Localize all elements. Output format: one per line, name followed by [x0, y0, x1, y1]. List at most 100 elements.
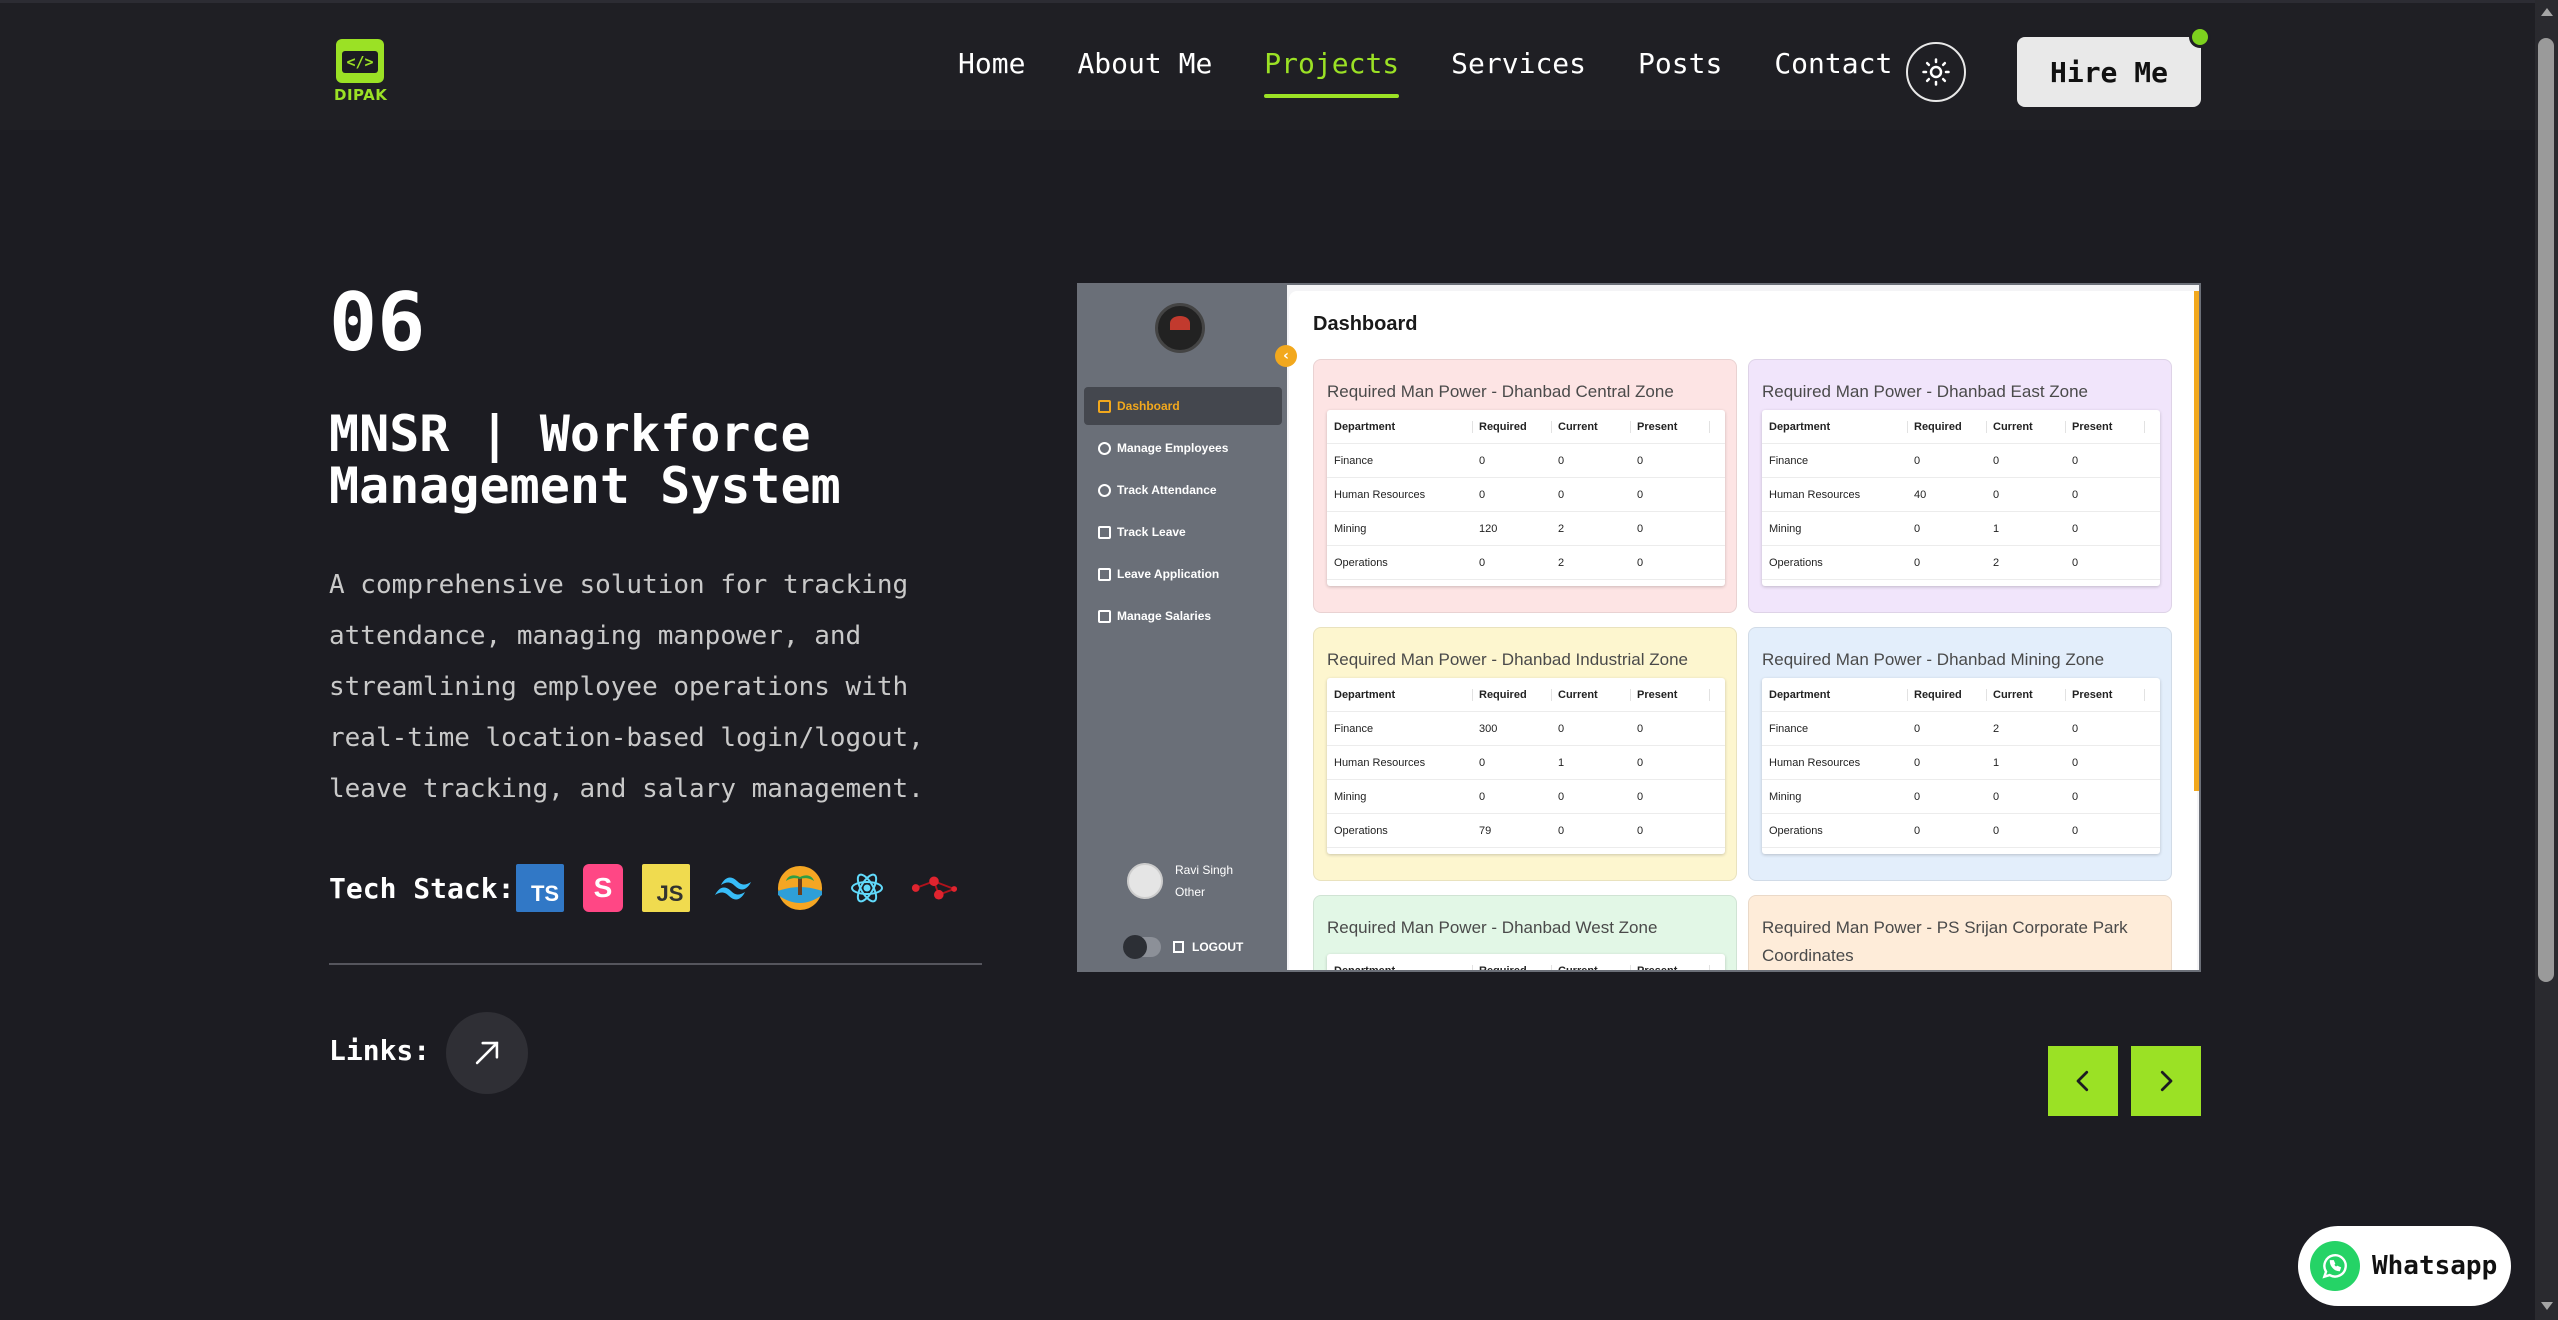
nav-about-me[interactable]: About Me [1077, 47, 1212, 98]
zone-card: Required Man Power - Dhanbad Mining Zone… [1748, 627, 2172, 881]
table-row: Human Resources 0 0 0 [1327, 478, 1725, 512]
links-label: Links: [329, 1034, 431, 1067]
main-nav: Home About Me Projects Services Posts Co… [958, 47, 1944, 98]
vite-icon[interactable] [776, 864, 824, 912]
table-header: Department Required Current Present [1327, 678, 1725, 712]
hire-me-button[interactable]: Hire Me [2017, 37, 2201, 107]
nav-posts[interactable]: Posts [1638, 47, 1722, 98]
preview-user-name: Ravi Singh [1175, 863, 1234, 877]
table-row: Mining 120 2 0 [1327, 512, 1725, 546]
zone-card: Required Man Power - Dhanbad Industrial … [1313, 627, 1737, 881]
zone-card: Required Man Power - PS Srijan Corporate… [1748, 895, 2172, 970]
react-icon[interactable] [843, 864, 891, 912]
tech-stack-label: Tech Stack: [329, 872, 515, 905]
site-logo[interactable]: </> DIPAK [334, 39, 388, 104]
section-divider [329, 963, 982, 965]
chevron-right-icon [2160, 1070, 2173, 1092]
table-header: Department Required Current Present [1762, 678, 2160, 712]
code-icon: </> [336, 39, 384, 83]
preview-user: Ravi Singh Other [1127, 859, 1233, 903]
preview-logo [1155, 303, 1205, 353]
status-dot [2189, 26, 2211, 48]
zone-card: Required Man Power - Dhanbad Central Zon… [1313, 359, 1737, 613]
site-header: </> DIPAK Home About Me Projects Service… [0, 0, 2535, 130]
next-project-button[interactable] [2131, 1046, 2201, 1116]
zone-title: Required Man Power - Dhanbad Industrial … [1327, 650, 1688, 669]
project-description: A comprehensive solution for tracking at… [329, 570, 924, 804]
typescript-icon[interactable]: TS [516, 864, 564, 912]
table-row: Human Resources 40 0 0 [1762, 478, 2160, 512]
javascript-icon[interactable]: JS [642, 864, 690, 912]
table-row: Operations 79 0 0 [1327, 814, 1725, 848]
nav-home[interactable]: Home [958, 47, 1025, 98]
preview-main: Dashboard Required Man Power - Dhanbad C… [1289, 291, 2197, 970]
brand-name: DIPAK [334, 86, 388, 104]
scroll-up-arrow-icon[interactable] [2541, 8, 2553, 16]
zone-card: Required Man Power - Dhanbad East Zone D… [1748, 359, 2172, 613]
scrollbar-thumb[interactable] [2538, 38, 2554, 982]
nav-projects[interactable]: Projects [1264, 47, 1399, 98]
arrow-up-right-icon [475, 1041, 499, 1065]
bank-icon [1098, 609, 1111, 623]
zone-title: Required Man Power - Dhanbad West Zone [1327, 918, 1658, 937]
tailwind-icon[interactable] [709, 864, 757, 912]
preview-logout-row: LOGOUT [1123, 935, 1244, 959]
preview-nav-track-leave: Track Leave [1084, 513, 1282, 551]
project-number: 06 [329, 276, 426, 369]
table-row: Mining 0 0 0 [1327, 780, 1725, 814]
whatsapp-icon [2310, 1241, 2360, 1291]
avatar [1127, 863, 1163, 899]
zone-table: Department Required Current Present Finance… [1762, 678, 2160, 854]
table-row: Finance 0 2 0 [1762, 712, 2160, 746]
zone-title: Required Man Power - Dhanbad Central Zon… [1327, 382, 1674, 401]
previous-project-button[interactable] [2048, 1046, 2118, 1116]
whatsapp-label: Whatsapp [2372, 1251, 2498, 1281]
preview-nav-track-attendance: Track Attendance [1084, 471, 1282, 509]
table-row: Mining 0 1 0 [1762, 512, 2160, 546]
document-icon [1098, 567, 1111, 581]
table-row: Human Resources 0 1 0 [1762, 746, 2160, 780]
project-link-button[interactable] [446, 1012, 528, 1094]
preview-user-role: Other [1175, 885, 1206, 899]
project-preview: Dashboard Manage Employees Track Attenda… [1077, 283, 2201, 972]
table-row: Operations 0 2 0 [1762, 546, 2160, 580]
nodes-icon[interactable] [910, 864, 958, 912]
zone-table: Department Required Current Present [1327, 954, 1725, 970]
preview-scrollbar [2194, 291, 2199, 791]
preview-title: Dashboard [1313, 313, 1418, 335]
preview-nav: Dashboard Manage Employees Track Attenda… [1084, 387, 1282, 639]
theme-toggle-button[interactable] [1906, 42, 1966, 102]
chevron-left-icon [2076, 1070, 2089, 1092]
table-row: Operations 0 0 0 [1762, 814, 2160, 848]
preview-nav-leave-application: Leave Application [1084, 555, 1282, 593]
zone-card: Required Man Power - Dhanbad West Zone D… [1313, 895, 1737, 970]
table-header: Department Required Current Present [1762, 410, 2160, 444]
table-header: Department Required Current Present [1327, 410, 1725, 444]
preview-logout: LOGOUT [1192, 940, 1244, 954]
collapse-icon: ‹ [1275, 345, 1297, 367]
nav-contact[interactable]: Contact [1774, 47, 1892, 98]
scroll-down-arrow-icon[interactable] [2541, 1302, 2553, 1310]
zone-table: Department Required Current Present Finance… [1327, 678, 1725, 854]
preview-theme-toggle [1123, 935, 1161, 959]
nav-services[interactable]: Services [1451, 47, 1586, 98]
zone-table: Department Required Current Present Finance… [1327, 410, 1725, 586]
zone-title: Required Man Power - PS Srijan Corporate… [1762, 918, 2128, 965]
preview-sidebar: Dashboard Manage Employees Track Attenda… [1079, 285, 1287, 970]
table-row: Finance 300 0 0 [1327, 712, 1725, 746]
calendar-off-icon [1098, 525, 1111, 539]
whatsapp-button[interactable]: Whatsapp [2298, 1226, 2511, 1306]
project-title: MNSR | Workforce Management System [329, 405, 841, 515]
table-row: Operations 0 2 0 [1327, 546, 1725, 580]
user-icon [1098, 441, 1111, 455]
table-row: Mining 0 0 0 [1762, 780, 2160, 814]
storybook-icon[interactable]: S [583, 864, 623, 912]
preview-nav-manage-employees: Manage Employees [1084, 429, 1282, 467]
table-header: Department Required Current Present [1327, 954, 1725, 970]
zone-title: Required Man Power - Dhanbad East Zone [1762, 382, 2089, 401]
preview-nav-manage-salaries: Manage Salaries [1084, 597, 1282, 635]
logout-icon [1173, 941, 1184, 953]
zone-title: Required Man Power - Dhanbad Mining Zone [1762, 650, 2105, 669]
table-row: Finance 0 0 0 [1327, 444, 1725, 478]
tech-stack-list: TS S JS [516, 864, 977, 912]
